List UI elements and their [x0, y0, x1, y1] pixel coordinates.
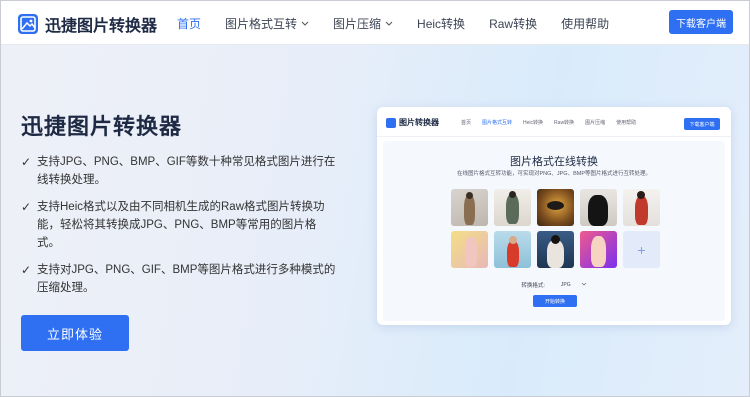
nav-item-format-convert[interactable]: 图片格式互转: [225, 15, 309, 32]
mockup-download-button: 下载客户端: [684, 118, 720, 130]
mockup-nav-item: 使用帮助: [616, 119, 637, 126]
mockup-nav-item: 图片压缩: [585, 119, 606, 126]
add-image-icon: +: [623, 231, 660, 268]
chevron-down-icon: [301, 18, 309, 28]
feature-item: ✓ 支持对JPG、PNG、GIF、BMP等图片格式进行多种模式的压缩处理。: [21, 261, 339, 297]
nav-item-label: 图片格式互转: [225, 16, 298, 31]
feature-text: 支持JPG、PNG、BMP、GIF等数十种常见格式图片进行在线转换处理。: [37, 156, 336, 186]
chevron-down-icon: [581, 282, 587, 288]
feature-text: 支持Heic格式以及由不同相机生成的Raw格式图片转换功能，轻松将其转换成JPG…: [37, 201, 325, 249]
nav-item-label: Heic转换: [417, 16, 466, 31]
chevron-down-icon: [385, 18, 393, 28]
nav-menu: 首页 图片格式互转 图片压缩 Heic转换 Raw转换 使用帮助: [177, 1, 633, 45]
mockup-converter-panel: 图片格式在线转换 在线图片格式互转功能，可实现对PNG、JPG、BMP等图片格式…: [383, 141, 725, 321]
check-icon: ✓: [21, 200, 32, 214]
top-nav: 迅捷图片转换器 首页 图片格式互转 图片压缩 Heic转换 Raw转换 使用帮助…: [1, 1, 749, 45]
feature-item: ✓ 支持JPG、PNG、BMP、GIF等数十种常见格式图片进行在线转换处理。: [21, 153, 339, 189]
nav-item-label: 图片压缩: [333, 16, 382, 31]
try-now-button[interactable]: 立即体验: [21, 315, 129, 351]
check-icon: ✓: [21, 155, 32, 169]
mockup-nav-item: Heic转换: [523, 119, 544, 126]
photo-thumbnail: [580, 231, 617, 268]
feature-item: ✓ 支持Heic格式以及由不同相机生成的Raw格式图片转换功能，轻松将其转换成J…: [21, 198, 339, 252]
mockup-title: 图片格式在线转换: [510, 156, 598, 168]
nav-item-help[interactable]: 使用帮助: [561, 15, 609, 32]
mockup-start-button: 开始转换: [533, 295, 577, 307]
logo[interactable]: 迅捷图片转换器: [18, 12, 157, 36]
nav-item-heic[interactable]: Heic转换: [417, 15, 465, 32]
page-frame: 迅捷图片转换器 首页 图片格式互转 图片压缩 Heic转换 Raw转换 使用帮助…: [0, 0, 750, 397]
mockup-nav-item: 首页: [461, 119, 472, 126]
photo-thumbnail: [451, 231, 488, 268]
logo-text: 迅捷图片转换器: [45, 18, 158, 35]
nav-item-raw[interactable]: Raw转换: [489, 15, 537, 32]
mockup-format-value: JPG: [560, 282, 571, 288]
nav-item-home[interactable]: 首页: [177, 15, 201, 32]
photo-thumbnail: [537, 189, 574, 226]
mockup-format-row: 转换格式: JPG: [383, 281, 725, 289]
check-icon: ✓: [21, 263, 32, 277]
logo-image-icon: [18, 14, 38, 34]
photo-thumbnail: [494, 231, 531, 268]
mockup-logo-icon: [386, 117, 396, 128]
mockup-logo: 图片转换器: [386, 117, 439, 128]
mockup-nav: 图片转换器 首页 图片格式互转 Heic转换 Raw转换 图片压缩 使用帮助 下…: [377, 107, 731, 137]
feature-list: ✓ 支持JPG、PNG、BMP、GIF等数十种常见格式图片进行在线转换处理。 ✓…: [21, 153, 339, 306]
photo-thumbnail: [580, 189, 617, 226]
download-client-button[interactable]: 下载客户端: [669, 10, 733, 34]
mockup-nav-menu: 首页 图片格式互转 Heic转换 Raw转换 图片压缩 使用帮助: [461, 107, 647, 137]
photo-thumbnail: [623, 189, 660, 226]
nav-item-compress[interactable]: 图片压缩: [333, 15, 393, 32]
product-screenshot: 图片转换器 首页 图片格式互转 Heic转换 Raw转换 图片压缩 使用帮助 下…: [377, 107, 731, 325]
mockup-subtitle: 在线图片格式互转功能，可实现对PNG、JPG、BMP等图片格式进行互转处理。: [456, 171, 652, 177]
nav-item-label: Raw转换: [489, 16, 538, 31]
mockup-nav-item: Raw转换: [554, 119, 575, 126]
photo-thumbnail: [494, 189, 531, 226]
nav-item-label: 首页: [177, 16, 202, 31]
mockup-nav-item: 图片格式互转: [482, 119, 513, 126]
feature-text: 支持对JPG、PNG、GIF、BMP等图片格式进行多种模式的压缩处理。: [37, 264, 336, 294]
photo-thumbnail: [451, 189, 488, 226]
nav-item-label: 使用帮助: [561, 16, 610, 31]
hero-title: 迅捷图片转换器: [21, 114, 183, 139]
photo-thumbnail: [537, 231, 574, 268]
mockup-logo-text: 图片转换器: [399, 118, 439, 127]
mockup-format-label: 转换格式:: [521, 283, 545, 289]
